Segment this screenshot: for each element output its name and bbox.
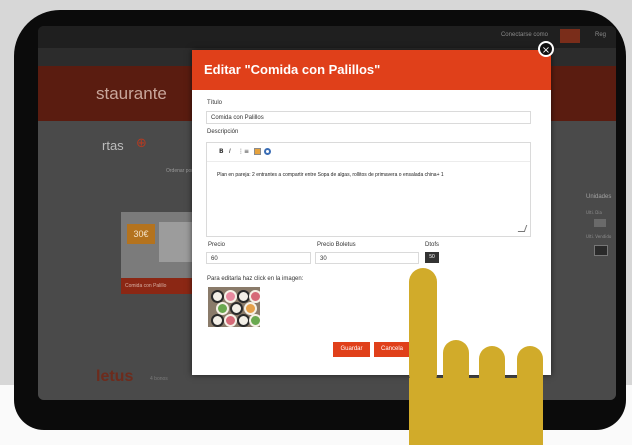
boletus-price-label: Precio Boletus xyxy=(317,242,356,248)
description-field-label: Descripción xyxy=(207,129,239,135)
insert-image-icon[interactable] xyxy=(254,148,261,155)
background-offers-heading: rtas xyxy=(102,138,124,153)
modal-title: Editar "Comida con Palillos" xyxy=(192,50,551,90)
offer-image[interactable] xyxy=(208,287,260,327)
background-boletus-count: 4 bonos xyxy=(150,376,168,382)
background-login-button[interactable] xyxy=(560,29,580,43)
background-restaurant-title: staurante xyxy=(96,84,167,103)
bold-button[interactable]: B xyxy=(219,148,224,155)
title-input[interactable]: Comida con Palillos xyxy=(206,111,531,124)
background-offer-card[interactable]: 30€ Comida con Palillo xyxy=(121,212,196,294)
background-register-link[interactable]: Reg xyxy=(595,32,606,38)
close-icon[interactable]: × xyxy=(538,41,554,57)
offer-price-badge: 30€ xyxy=(127,224,155,244)
description-editor[interactable]: B I ⋮≡ Plan en pareja: 2 entrantes a com… xyxy=(206,142,531,237)
cancel-button[interactable]: Cancela xyxy=(374,342,410,357)
editor-toolbar: B I ⋮≡ xyxy=(207,143,530,162)
title-field-label: Título xyxy=(207,100,223,106)
pointing-hand-illustration xyxy=(409,268,543,445)
discount-value: 50 xyxy=(425,252,439,263)
image-hint: Para editarla haz click en la imagen: xyxy=(207,276,304,282)
background-connect-link[interactable]: Conectarse como xyxy=(501,32,548,38)
scene: Conectarse como Reg staurante rtas ⊕ Ord… xyxy=(0,0,632,445)
italic-button[interactable]: I xyxy=(229,148,231,155)
description-text: Plan en pareja: 2 entrantes a compartir … xyxy=(217,172,444,178)
background-units-last-day-value xyxy=(594,219,606,227)
boletus-price-input[interactable]: 30 xyxy=(315,252,419,264)
insert-link-icon[interactable] xyxy=(264,148,271,155)
resize-grip-icon[interactable] xyxy=(517,225,528,232)
offer-card-label: Comida con Palillo xyxy=(121,278,196,294)
background-units-last-sold-label: Ulti. Vendido xyxy=(586,234,612,239)
add-offer-icon[interactable]: ⊕ xyxy=(136,136,147,151)
background-units-last-day-label: Ulti. Dia xyxy=(586,210,602,215)
background-units-heading: Unidades xyxy=(586,194,612,200)
save-button[interactable]: Guardar xyxy=(333,342,370,357)
background-units-last-sold-value xyxy=(594,245,608,256)
price-label: Precio xyxy=(208,242,226,248)
list-button[interactable]: ⋮≡ xyxy=(238,148,249,155)
price-input[interactable]: 60 xyxy=(206,252,311,264)
discount-label: Dtofs xyxy=(425,242,440,248)
offer-thumbnail xyxy=(159,222,193,262)
background-boletus-heading: letus xyxy=(96,368,134,385)
